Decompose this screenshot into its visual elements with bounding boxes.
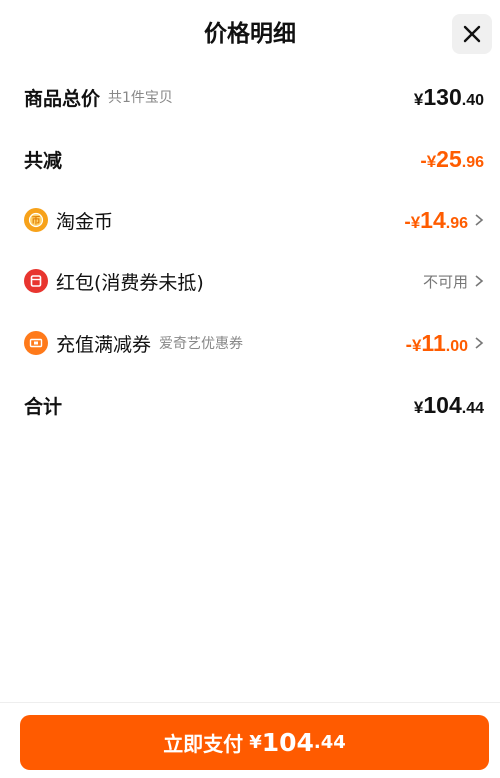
pay-now-label: 立即支付 — [163, 732, 244, 756]
discount-row-red-packet[interactable]: 红包(消费券未抵) 不可用 — [24, 261, 484, 301]
gold-coin-icon: 币 — [24, 208, 48, 232]
items-total-row: 商品总价 共1件宝贝 ¥ 130 .40 — [24, 77, 484, 117]
gold-coin-discount: - ¥ 14 .96 — [404, 206, 468, 233]
red-packet-label: 红包(消费券未抵) — [56, 271, 204, 294]
pay-currency: ¥ — [249, 732, 262, 753]
coupon-icon — [24, 331, 48, 355]
coupon-discount: - ¥ 11 .00 — [405, 329, 468, 356]
sheet-header: 价格明细 — [0, 0, 500, 70]
grand-total-price: ¥ 104 .44 — [413, 391, 484, 418]
svg-text:币: 币 — [31, 216, 40, 227]
chevron-right-icon — [475, 275, 484, 287]
discount-row-gold-coin[interactable]: 币 淘金币 - ¥ 14 .96 — [24, 200, 484, 240]
coupon-sublabel: 爱奇艺优惠券 — [159, 336, 244, 352]
pay-now-button[interactable]: 立即支付 ¥ 104 .44 — [20, 715, 489, 770]
items-total-price: ¥ 130 .40 — [413, 83, 484, 110]
items-total-label: 商品总价 — [24, 87, 101, 110]
total-discount-price: - ¥ 25 .96 — [420, 145, 484, 172]
items-count-label: 共1件宝贝 — [108, 90, 173, 106]
bottom-bar: 立即支付 ¥ 104 .44 — [0, 702, 500, 778]
red-packet-status: 不可用 — [422, 272, 468, 291]
total-discount-row: 共减 - ¥ 25 .96 — [24, 139, 484, 179]
close-icon — [463, 25, 481, 43]
pay-amount-int: 104 — [261, 728, 314, 757]
close-button[interactable] — [452, 14, 492, 54]
grand-total-label: 合计 — [24, 395, 63, 418]
gold-coin-label: 淘金币 — [56, 210, 114, 233]
red-packet-icon — [24, 269, 48, 293]
pay-amount-dec: .44 — [313, 732, 346, 753]
coupon-label: 充值满减券 — [56, 333, 152, 356]
discount-row-coupon[interactable]: 充值满减券 爱奇艺优惠券 - ¥ 11 .00 — [24, 323, 484, 363]
chevron-right-icon — [475, 337, 484, 349]
total-discount-label: 共减 — [24, 149, 63, 172]
chevron-right-icon — [475, 214, 484, 226]
page-title: 价格明细 — [204, 21, 296, 47]
grand-total-row: 合计 ¥ 104 .44 — [24, 385, 484, 425]
